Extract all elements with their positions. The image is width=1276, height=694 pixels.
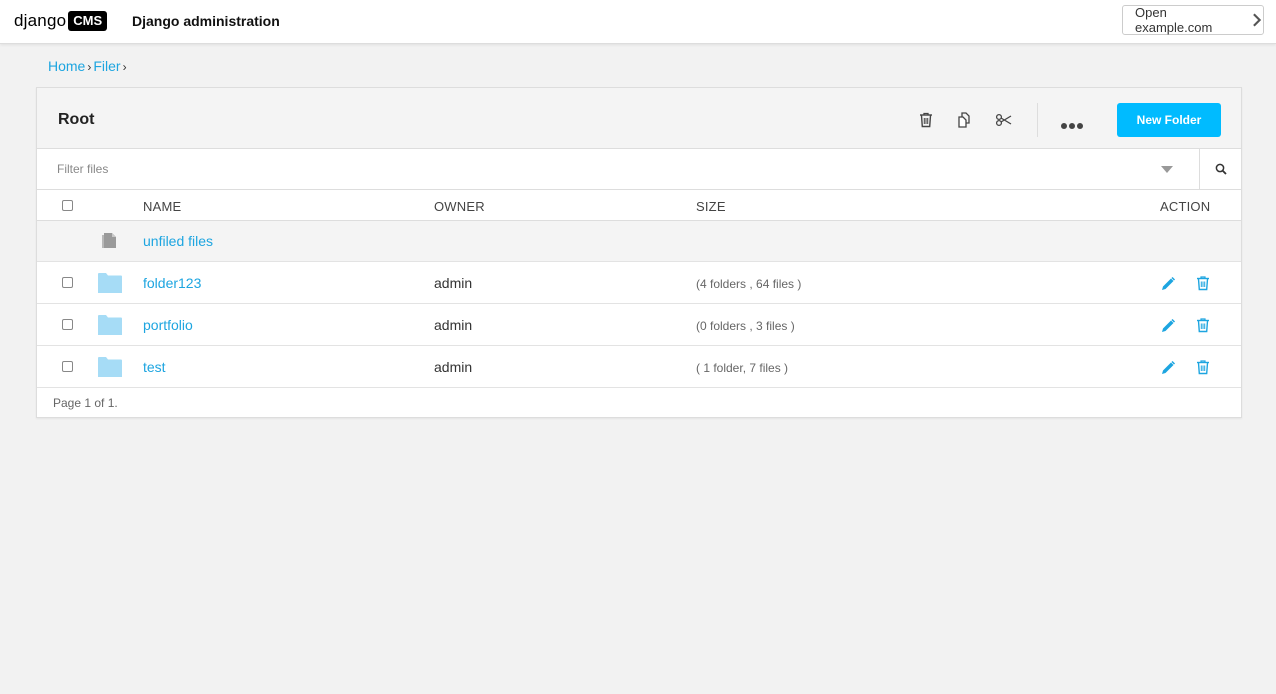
- open-site-label: Open example.com: [1135, 5, 1213, 35]
- folder-owner: admin: [434, 317, 473, 333]
- more-actions-button[interactable]: [1061, 116, 1085, 129]
- folder-size: (0 folders , 3 files ): [696, 319, 795, 333]
- header-size: SIZE: [696, 199, 726, 214]
- filter-dropdown-caret-icon[interactable]: [1161, 166, 1173, 173]
- copy-icon: [958, 112, 970, 128]
- unfiled-files-link[interactable]: unfiled files: [143, 233, 213, 249]
- row-checkbox[interactable]: [62, 277, 73, 288]
- table-row: test admin ( 1 folder, 7 files ): [37, 346, 1241, 388]
- filter-files-input[interactable]: [37, 149, 1199, 189]
- chevron-right-icon: [1253, 13, 1262, 27]
- cut-selected-button[interactable]: [995, 111, 1013, 129]
- new-folder-button[interactable]: New Folder: [1117, 103, 1221, 137]
- delete-icon[interactable]: [1195, 359, 1211, 375]
- delete-selected-button[interactable]: [917, 111, 935, 129]
- edit-icon[interactable]: [1160, 360, 1176, 376]
- unfiled-files-row[interactable]: unfiled files: [37, 221, 1241, 262]
- row-checkbox[interactable]: [62, 361, 73, 372]
- panel-header: Root New Folder: [37, 88, 1241, 149]
- breadcrumb-separator: ›: [122, 60, 127, 74]
- django-cms-logo[interactable]: django CMS: [14, 10, 108, 32]
- delete-icon[interactable]: [1195, 317, 1211, 333]
- more-icon: [1061, 123, 1067, 129]
- select-all-checkbox[interactable]: [62, 200, 73, 211]
- folder-size: ( 1 folder, 7 files ): [696, 361, 789, 375]
- row-checkbox[interactable]: [62, 319, 73, 330]
- folder-icon[interactable]: [98, 272, 122, 294]
- folder-owner: admin: [434, 359, 473, 375]
- more-icon-dot: [1077, 123, 1083, 129]
- folder-name-link[interactable]: folder123: [143, 275, 201, 291]
- search-icon: [1215, 163, 1227, 175]
- breadcrumb: Home › Filer ›: [48, 58, 129, 74]
- filer-panel: Root New Folder Filter files NAME OWNER …: [36, 87, 1242, 418]
- logo-cms-text: CMS: [68, 11, 108, 31]
- folder-icon[interactable]: [98, 314, 122, 336]
- folder-name-link[interactable]: portfolio: [143, 317, 193, 333]
- site-title: Django administration: [132, 13, 280, 29]
- folder-size: (4 folders , 64 files ): [696, 277, 802, 291]
- edit-icon[interactable]: [1160, 318, 1176, 334]
- copy-selected-button[interactable]: [955, 111, 973, 129]
- unfiled-files-icon: [102, 233, 116, 248]
- open-site-button[interactable]: Open example.com: [1122, 5, 1264, 35]
- edit-icon[interactable]: [1160, 276, 1176, 292]
- search-button[interactable]: [1199, 149, 1242, 189]
- folder-name-link[interactable]: test: [143, 359, 166, 375]
- pagination-text: Page 1 of 1.: [53, 396, 118, 410]
- more-icon-dot: [1069, 123, 1075, 129]
- header-name[interactable]: NAME: [143, 199, 181, 214]
- logo-django-text: django: [14, 11, 67, 30]
- breadcrumb-filer[interactable]: Filer: [93, 58, 120, 74]
- table-row: portfolio admin (0 folders , 3 files ): [37, 304, 1241, 346]
- top-bar: django CMS Django administration Open ex…: [0, 0, 1276, 44]
- folder-icon[interactable]: [98, 356, 122, 378]
- filter-row: [37, 149, 1241, 190]
- folder-title: Root: [58, 111, 95, 128]
- folder-owner: admin: [434, 275, 473, 291]
- table-header: NAME OWNER SIZE ACTION: [37, 190, 1241, 221]
- delete-icon[interactable]: [1195, 275, 1211, 291]
- pagination-footer: Page 1 of 1.: [37, 387, 1241, 417]
- breadcrumb-home[interactable]: Home: [48, 58, 85, 74]
- cut-icon: [995, 113, 1012, 127]
- toolbar-divider: [1037, 103, 1038, 137]
- breadcrumb-separator: ›: [87, 60, 92, 74]
- header-action: ACTION: [1160, 199, 1211, 214]
- table-row: folder123 admin (4 folders , 64 files ): [37, 262, 1241, 304]
- delete-icon: [920, 112, 932, 128]
- header-owner: OWNER: [434, 199, 485, 214]
